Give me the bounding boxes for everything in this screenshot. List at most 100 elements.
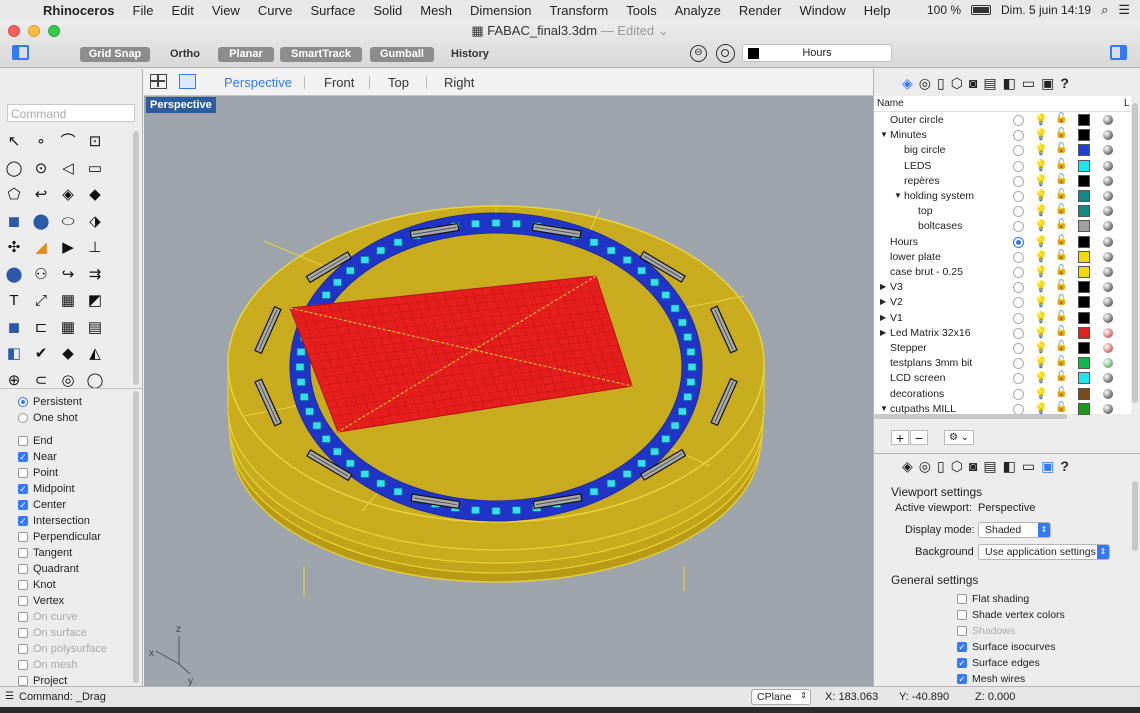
layer-color-swatch[interactable] [1078,190,1090,202]
material-sphere-icon[interactable] [1103,327,1113,338]
osnap-on-polysurface-checkbox[interactable]: On polysurface [18,641,107,656]
menu-file[interactable]: File [124,3,163,18]
layer-color-swatch[interactable] [1078,235,1090,248]
surface-isocurves-checkbox[interactable]: ✓ Surface isocurves [957,639,1055,654]
layer-color-swatch[interactable] [1078,372,1090,385]
padlock-icon[interactable]: 🔓 [1055,295,1067,306]
current-layer-radio[interactable] [1013,145,1024,157]
material-sphere-icon[interactable] [1103,160,1113,171]
layer-color-swatch[interactable] [1078,387,1090,400]
mesh-wires-checkbox[interactable]: ✓ Mesh wires [957,671,1025,686]
material-sphere-icon[interactable] [1103,312,1113,323]
shade-vertex-colors-checkbox[interactable]: Shade vertex colors [957,607,1065,622]
grid-snap-toggle[interactable]: Grid Snap [80,47,150,62]
layer-color-swatch[interactable] [1078,342,1090,354]
drafting-icon[interactable]: ◩ [84,290,106,312]
curve-tools-icon[interactable]: ⬠ [3,184,25,206]
lightbulb-icon[interactable]: 💡 [1034,295,1048,308]
single-viewport-layout-icon[interactable] [179,74,196,89]
layer-row[interactable]: repères 💡 🔓 [874,174,1131,189]
padlock-icon[interactable]: 🔓 [1055,311,1067,322]
material-sphere-icon[interactable] [1103,175,1113,186]
layer-color-swatch[interactable] [1078,311,1090,324]
fillet-icon[interactable]: ↩ [30,184,52,206]
dimension-icon[interactable]: ⤢ [30,290,52,312]
lightbulb-icon[interactable]: 💡 [1034,113,1048,126]
lightbulb-icon[interactable]: 💡 [1034,402,1048,415]
perspective-viewport[interactable]: z x y Perspective [144,96,873,686]
osnap-quadrant-checkbox[interactable]: Quadrant [18,561,79,576]
osnap-point-checkbox[interactable]: Point [18,465,58,480]
menu-help[interactable]: Help [855,3,900,18]
layer-color-swatch[interactable] [1078,296,1090,309]
osnap-end-checkbox[interactable]: End [18,433,53,448]
current-layer-radio[interactable] [1013,327,1024,339]
lightbulb-icon[interactable]: 💡 [1034,280,1048,293]
point-icon[interactable]: ∘ [30,131,52,153]
padlock-icon[interactable]: 🔓 [1055,387,1067,398]
monitor-icon[interactable]: ▣ [1041,75,1054,93]
help-icon[interactable]: ? [1060,75,1069,93]
layer-color-swatch[interactable] [1078,402,1090,415]
document-icon[interactable]: ▯ [937,75,945,93]
menu-transform[interactable]: Transform [540,3,617,18]
ortho-toggle[interactable]: Ortho [170,47,200,62]
notification-center-icon[interactable]: ☰ [1118,2,1130,18]
layer-color-swatch[interactable] [1078,205,1090,218]
3d-scene[interactable]: z x y [144,96,873,686]
padlock-icon[interactable]: 🔓 [1055,326,1067,337]
lightbulb-icon[interactable]: 💡 [1034,326,1048,339]
layers-hscrollbar[interactable] [874,414,1067,419]
padlock-icon[interactable]: 🔓 [1055,371,1067,382]
layer-color-swatch[interactable] [1078,159,1090,172]
curve-icon[interactable]: ⊡ [84,131,106,153]
layer-color-swatch[interactable] [1078,357,1090,370]
matrix-icon[interactable]: ▦ [57,317,79,339]
padlock-icon[interactable]: 🔓 [1055,280,1067,291]
layers-icon[interactable]: ◈ [902,75,913,93]
osnap-center-checkbox[interactable]: ✓ Center [18,497,66,512]
analyze-icon[interactable]: ◧ [3,343,25,365]
layer-row[interactable]: ▶ V2 💡 🔓 [874,295,1131,310]
tab-perspective[interactable]: Perspective [224,75,292,90]
material-sphere-icon[interactable] [1103,403,1113,414]
layer-options-gear-button[interactable]: ⚙ ⌄ [944,430,974,445]
disclosure-triangle-icon[interactable]: ▶ [880,297,886,306]
clock[interactable]: Dim. 5 juin 14:19 [1001,3,1091,17]
box-icon[interactable]: ◼ [3,211,25,233]
current-layer-radio[interactable] [1013,115,1024,126]
select-arrow-icon[interactable]: ↖ [3,131,25,153]
tool-palette-scrollbar[interactable] [133,131,139,385]
disclosure-triangle-icon[interactable]: ▶ [880,328,886,337]
lightbulb-icon[interactable]: 💡 [1034,265,1048,278]
current-layer-radio[interactable] [1013,358,1024,370]
osnap-perpendicular-checkbox[interactable]: Perpendicular [18,529,101,544]
padlock-icon[interactable]: 🔓 [1055,113,1067,124]
current-layer-radio[interactable] [1013,282,1024,294]
material-sphere-icon[interactable] [1103,236,1113,247]
padlock-icon[interactable]: 🔓 [1055,189,1067,200]
current-layer-radio[interactable] [1013,175,1024,187]
texture-icon[interactable]: ▤ [983,75,996,93]
layer-row[interactable]: Hours 💡 🔓 [874,235,1131,250]
padlock-icon[interactable]: 🔓 [1055,204,1067,215]
tab-front[interactable]: Front [324,75,354,90]
padlock-icon[interactable]: 🔓 [1055,174,1067,185]
filter-icon[interactable]: ⊖ [690,45,707,62]
osnap-knot-checkbox[interactable]: Knot [18,577,56,592]
lightbulb-icon[interactable]: 💡 [1034,387,1048,400]
osnap-midpoint-checkbox[interactable]: ✓ Midpoint [18,481,75,496]
osnap-near-checkbox[interactable]: ✓ Near [18,449,57,464]
lightbulb-icon[interactable]: 💡 [1034,341,1048,354]
grid-array-icon[interactable]: ▦ [57,290,79,312]
left-sidebar-toggle-icon[interactable] [12,45,29,60]
mesh-icon[interactable]: ⊥ [84,237,106,259]
layer-color-swatch[interactable] [1078,114,1090,126]
disclosure-triangle-icon[interactable]: ▶ [880,282,886,291]
array-icon[interactable]: ⚇ [30,264,52,286]
padlock-icon[interactable]: 🔓 [1055,250,1067,261]
layer-row[interactable]: decorations 💡 🔓 [874,387,1131,402]
material-icon[interactable]: ◧ [1003,75,1016,93]
osnap-on-mesh-checkbox[interactable]: On mesh [18,657,78,672]
check-icon[interactable]: ✔ [30,343,52,365]
